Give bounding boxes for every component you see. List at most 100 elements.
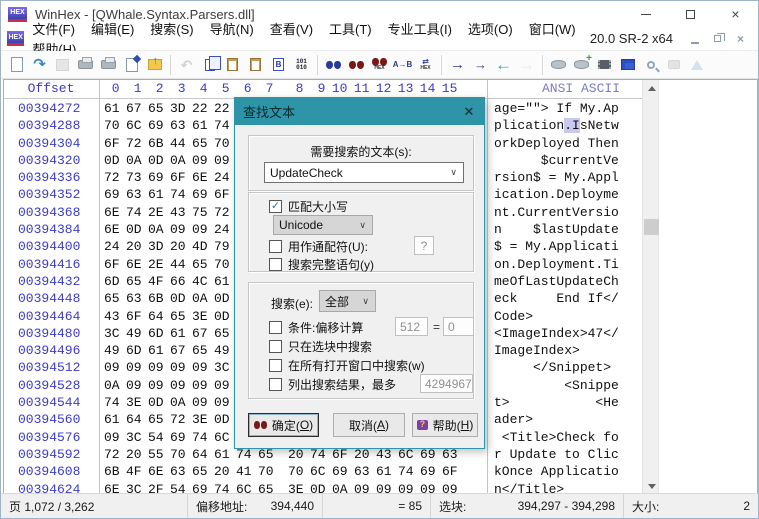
hex-byte[interactable]: 22 bbox=[214, 100, 230, 117]
hex-byte[interactable]: 3C bbox=[126, 429, 142, 446]
hex-byte[interactable]: 79 bbox=[214, 238, 230, 255]
ascii-text[interactable]: <Snippe bbox=[494, 377, 619, 394]
hex-byte[interactable]: 6C bbox=[126, 117, 142, 134]
folder-upload-icon[interactable] bbox=[143, 53, 166, 77]
chevron-down-icon[interactable]: ∨ bbox=[362, 296, 375, 307]
hex-byte[interactable]: 09 bbox=[148, 377, 164, 394]
ascii-text[interactable]: <ImageIndex>47</ bbox=[494, 325, 619, 342]
hex-byte[interactable]: 65 bbox=[192, 342, 208, 359]
hex-byte[interactable]: 09 bbox=[126, 377, 142, 394]
hex-byte[interactable]: 63 bbox=[126, 186, 142, 203]
hex-byte[interactable]: 0A bbox=[148, 221, 164, 238]
hex-byte[interactable]: 72 bbox=[214, 204, 230, 221]
hex-byte[interactable]: 44 bbox=[170, 256, 186, 273]
wildcard-char-input[interactable]: ? bbox=[414, 236, 434, 255]
hex-byte[interactable]: 0D bbox=[214, 308, 230, 325]
hex-byte[interactable]: 69 bbox=[332, 463, 348, 480]
hex-byte[interactable]: 66 bbox=[170, 273, 186, 290]
hex-byte[interactable]: 0D bbox=[104, 152, 120, 169]
hex-byte[interactable]: 74 bbox=[104, 394, 120, 411]
menu-window[interactable]: 窗口(W) bbox=[521, 22, 584, 37]
hex-byte[interactable]: 09 bbox=[104, 359, 120, 376]
hex-byte[interactable]: 09 bbox=[192, 221, 208, 238]
print-icon[interactable] bbox=[97, 53, 120, 77]
hex-byte[interactable]: 69 bbox=[420, 463, 436, 480]
in-block-row[interactable]: 只在选块中搜索 bbox=[269, 338, 372, 355]
hex-byte[interactable]: 0D bbox=[214, 290, 230, 307]
close-button[interactable]: × bbox=[713, 1, 758, 27]
hex-byte[interactable]: 6E bbox=[148, 463, 164, 480]
copy-hex-values-icon[interactable]: B bbox=[267, 53, 290, 77]
cond-value2-input[interactable]: 0 bbox=[443, 317, 474, 336]
hex-byte[interactable]: 74 bbox=[192, 429, 208, 446]
hex-byte[interactable]: 65 bbox=[126, 273, 142, 290]
all-windows-row[interactable]: 在所有打开窗口中搜索(w) bbox=[269, 357, 425, 374]
ascii-text[interactable]: Code> bbox=[494, 308, 619, 325]
ram-editor-icon[interactable] bbox=[593, 53, 616, 77]
ascii-text[interactable]: meOfLastUpdateCh bbox=[494, 273, 619, 290]
hex-byte[interactable]: 6F bbox=[104, 256, 120, 273]
list-results-row[interactable]: 列出搜索结果，最多 bbox=[269, 376, 396, 393]
scrollbar-thumb[interactable] bbox=[644, 219, 659, 235]
menu-navigate[interactable]: 导航(N) bbox=[202, 22, 262, 37]
hex-byte[interactable]: 4F bbox=[148, 273, 164, 290]
hex-byte[interactable]: 09 bbox=[192, 152, 208, 169]
hex-byte[interactable]: 44 bbox=[170, 135, 186, 152]
hex-byte[interactable]: 63 bbox=[354, 463, 370, 480]
copy-icon[interactable] bbox=[198, 53, 221, 77]
hex-byte[interactable]: 09 bbox=[214, 377, 230, 394]
hex-byte[interactable]: 3E bbox=[192, 411, 208, 428]
cond-value1-input[interactable]: 512 bbox=[395, 317, 428, 336]
hex-byte[interactable]: 09 bbox=[126, 359, 142, 376]
dialog-close-button[interactable]: ✕ bbox=[454, 98, 484, 125]
hex-byte[interactable]: 6F bbox=[442, 463, 458, 480]
hex-byte[interactable]: 6C bbox=[310, 463, 326, 480]
hex-byte[interactable]: 64 bbox=[148, 308, 164, 325]
ascii-text[interactable]: </Snippet> bbox=[494, 359, 619, 376]
hex-byte[interactable]: 6C bbox=[214, 429, 230, 446]
hex-byte[interactable]: 6D bbox=[126, 342, 142, 359]
hex-byte[interactable]: 61 bbox=[214, 273, 230, 290]
paste-write-icon[interactable] bbox=[221, 53, 244, 77]
chevron-down-icon[interactable]: ∨ bbox=[450, 167, 463, 178]
disk-tools-icon[interactable] bbox=[570, 53, 593, 77]
hex-byte[interactable]: 24 bbox=[214, 221, 230, 238]
ascii-text[interactable]: r Update to Clic bbox=[494, 446, 619, 463]
hex-byte[interactable]: 63 bbox=[170, 463, 186, 480]
hex-byte[interactable]: 74 bbox=[170, 186, 186, 203]
ascii-text[interactable]: rsion$ = My.Appl bbox=[494, 169, 619, 186]
mdi-minimize-button[interactable] bbox=[683, 29, 706, 49]
hex-byte[interactable]: 74 bbox=[126, 204, 142, 221]
hex-byte[interactable]: 63 bbox=[170, 117, 186, 134]
hex-byte[interactable]: 22 bbox=[192, 100, 208, 117]
hex-byte[interactable]: 61 bbox=[104, 411, 120, 428]
dialog-title-bar[interactable]: 查找文本 ✕ bbox=[235, 98, 484, 125]
hex-byte[interactable]: 65 bbox=[148, 411, 164, 428]
hex-byte[interactable]: 3E bbox=[192, 308, 208, 325]
hex-byte[interactable]: 65 bbox=[214, 325, 230, 342]
menu-view[interactable]: 查看(V) bbox=[262, 22, 321, 37]
search-text-combobox[interactable]: UpdateCheck ∨ bbox=[264, 162, 464, 183]
hex-byte[interactable]: 6F bbox=[170, 169, 186, 186]
scope-dropdown[interactable]: 全部 ∨ bbox=[319, 290, 376, 312]
hex-byte[interactable]: 09 bbox=[170, 221, 186, 238]
hex-byte[interactable]: 61 bbox=[376, 463, 392, 480]
hex-byte[interactable]: 6B bbox=[104, 463, 120, 480]
maximize-button[interactable] bbox=[668, 1, 713, 27]
hex-byte[interactable]: 6E bbox=[104, 221, 120, 238]
hex-byte[interactable]: 73 bbox=[126, 169, 142, 186]
hex-byte[interactable]: 70 bbox=[214, 135, 230, 152]
hex-byte[interactable]: 0D bbox=[126, 221, 142, 238]
hex-byte[interactable]: 20 bbox=[170, 238, 186, 255]
cond-offset-checkbox[interactable] bbox=[269, 321, 282, 334]
menu-tools[interactable]: 工具(T) bbox=[321, 22, 380, 37]
hex-byte[interactable]: 69 bbox=[170, 429, 186, 446]
hex-byte[interactable]: 09 bbox=[192, 359, 208, 376]
hex-byte[interactable]: 64 bbox=[192, 446, 208, 463]
hex-byte[interactable]: 4F bbox=[126, 463, 142, 480]
hex-byte[interactable]: 64 bbox=[126, 411, 142, 428]
ascii-text[interactable]: ader> bbox=[494, 411, 619, 428]
whole-words-row[interactable]: 搜索完整语句(y) bbox=[269, 256, 374, 273]
replace-text-icon[interactable]: A→B bbox=[391, 53, 414, 77]
hex-byte[interactable]: 3E bbox=[126, 394, 142, 411]
